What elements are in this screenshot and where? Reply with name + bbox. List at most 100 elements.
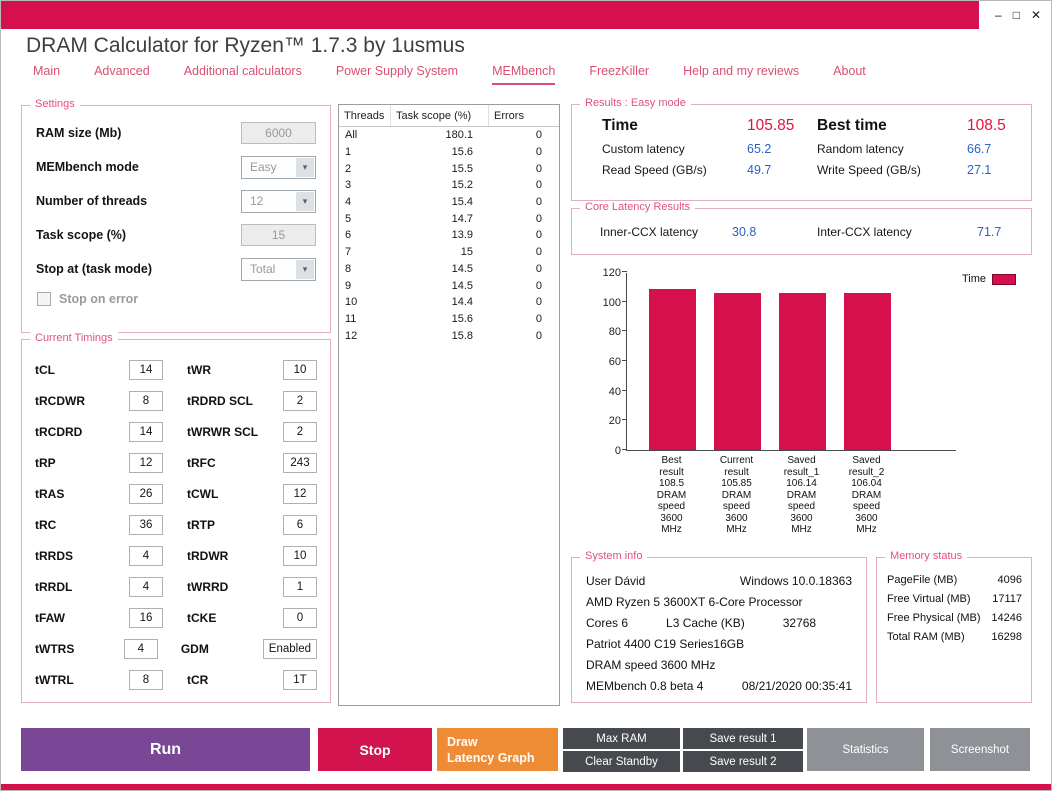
timing-input-trcdrd[interactable]: 14 [129,422,163,442]
close-button[interactable]: ✕ [1031,9,1041,21]
timing-input-tcr[interactable]: 1T [283,670,317,690]
errors-cell: 0 [489,196,559,208]
timing-input-trrdl[interactable]: 4 [129,577,163,597]
chart-x-label-3: Savedresult_2106.04DRAMspeed3600MHz [843,455,890,536]
menu-item-advanced[interactable]: Advanced [94,64,150,85]
settings-fields: RAM size (Mb)6000MEMbench modeEasy▾Numbe… [22,106,330,286]
menu-item-freezkiller[interactable]: FreezKiller [589,64,649,85]
menu-item-help-and-my-reviews[interactable]: Help and my reviews [683,64,799,85]
timing-row-tfaw: tFAW16tCKE0 [22,602,330,633]
timing-input-twtrl[interactable]: 8 [129,670,163,690]
timing-input-twtrs[interactable]: 4 [124,639,158,659]
menu-item-about[interactable]: About [833,64,866,85]
settings-select-membench-mode[interactable]: Easy▾ [241,156,316,179]
results-panel: Results : Easy mode Time 105.85 Best tim… [571,104,1032,201]
legend-time-swatch [992,274,1016,285]
chart-legend: Time [962,273,1016,285]
y-axis-tick-label: 80 [587,326,621,338]
timing-input-trtp[interactable]: 6 [283,515,317,535]
column-header-task-scope[interactable]: Task scope (%) [391,105,489,126]
threads-table-body: All180.10115.60215.50315.20415.40514.706… [339,127,559,344]
settings-input-task-scope[interactable]: 15 [241,224,316,246]
stop-on-error-checkbox[interactable] [37,292,51,306]
threads-row: 415.40 [339,194,559,211]
timing-input-gdm[interactable]: Enabled [263,639,317,659]
minimize-button[interactable]: – [995,9,1002,21]
screenshot-button[interactable]: Screenshot [930,728,1030,771]
timing-input-tcl[interactable]: 14 [129,360,163,380]
task-scope-cell: 15.6 [391,146,489,158]
timing-input-trcdwr[interactable]: 8 [129,391,163,411]
timing-row-trp: tRP12tRFC243 [22,447,330,478]
stop-button[interactable]: Stop [318,728,432,771]
clear-standby-button[interactable]: Clear Standby [563,751,680,772]
draw-latency-graph-button[interactable]: Draw Latency Graph [437,728,558,771]
timing-input-twrwr-scl[interactable]: 2 [283,422,317,442]
run-button[interactable]: Run [21,728,310,771]
maximize-button[interactable]: □ [1013,9,1020,21]
menu-item-membench[interactable]: MEMbench [492,64,555,85]
threads-row: 7150 [339,244,559,261]
column-header-errors[interactable]: Errors [489,105,559,126]
timing-row-tras: tRAS26tCWL12 [22,478,330,509]
menu-item-main[interactable]: Main [33,64,60,85]
task-scope-cell: 15.2 [391,179,489,191]
timing-row-tcl: tCL14tWR10 [22,354,330,385]
system-info-value: DRAM speed 3600 MHz [586,655,715,676]
inter-ccx-label: Inter-CCX latency [817,225,977,239]
settings-input-ram-size-mb[interactable]: 6000 [241,122,316,144]
task-scope-cell: 14.5 [391,280,489,292]
chart-x-label-0: Bestresult108.5DRAMspeed3600MHz [648,455,695,536]
chart-bar-3 [844,293,891,450]
window-controls: – □ ✕ [979,1,1051,29]
timing-input-trdwr[interactable]: 10 [283,546,317,566]
write-speed-value: 27.1 [967,163,1031,177]
y-axis-tick-label: 20 [587,415,621,427]
thread-id-cell: 9 [339,280,391,292]
thread-id-cell: 5 [339,213,391,225]
random-latency-value: 66.7 [967,142,1031,156]
system-info-row: Cores 6L3 Cache (KB)32768 [586,613,852,634]
timing-input-trdrd-scl[interactable]: 2 [283,391,317,411]
statistics-button[interactable]: Statistics [807,728,924,771]
system-info-row: DRAM speed 3600 MHz [586,655,852,676]
system-info-value: AMD Ryzen 5 3600XT 6-Core Processor [586,592,803,613]
max-ram-button[interactable]: Max RAM [563,728,680,749]
memory-status-row: Free Physical (MB)14246 [887,609,1022,628]
system-info-row: Patriot 4400 C19 Series16GB [586,634,852,655]
save-result-1-button[interactable]: Save result 1 [683,728,803,749]
menu-item-power-supply-system[interactable]: Power Supply System [336,64,458,85]
timing-input-tcwl[interactable]: 12 [283,484,317,504]
draw-latency-graph-line2: Latency Graph [447,750,535,766]
timing-input-tcke[interactable]: 0 [283,608,317,628]
y-axis-tick-label: 100 [587,297,621,309]
timing-input-twrrd[interactable]: 1 [283,577,317,597]
timing-input-trc[interactable]: 36 [129,515,163,535]
threads-row: 613.90 [339,227,559,244]
system-info-value: User Dávid [586,571,645,592]
threads-row: 315.20 [339,177,559,194]
timing-input-tfaw[interactable]: 16 [129,608,163,628]
threads-row: 115.60 [339,144,559,161]
timing-input-twr[interactable]: 10 [283,360,317,380]
timing-input-trfc[interactable]: 243 [283,453,317,473]
errors-cell: 0 [489,280,559,292]
thread-id-cell: 2 [339,163,391,175]
column-header-threads[interactable]: Threads [339,105,391,126]
settings-select-stop-at-task-mode[interactable]: Total▾ [241,258,316,281]
y-axis-tick-label: 120 [587,267,621,279]
timing-input-trrds[interactable]: 4 [129,546,163,566]
menu-item-additional-calculators[interactable]: Additional calculators [184,64,302,85]
settings-select-number-of-threads[interactable]: 12▾ [241,190,316,213]
chart-plot-area: 020406080100120 [626,273,956,451]
timing-input-tras[interactable]: 26 [129,484,163,504]
threads-row: 1115.60 [339,311,559,328]
system-info-value: MEMbench 0.8 beta 4 [586,676,703,697]
timing-input-trp[interactable]: 12 [129,453,163,473]
errors-cell: 0 [489,163,559,175]
save-result-2-button[interactable]: Save result 2 [683,751,803,772]
timing-label-trrdl: tRRDL [35,580,125,594]
settings-row-task-scope: Task scope (%)15 [22,218,330,252]
threads-row: 1014.40 [339,294,559,311]
errors-cell: 0 [489,296,559,308]
